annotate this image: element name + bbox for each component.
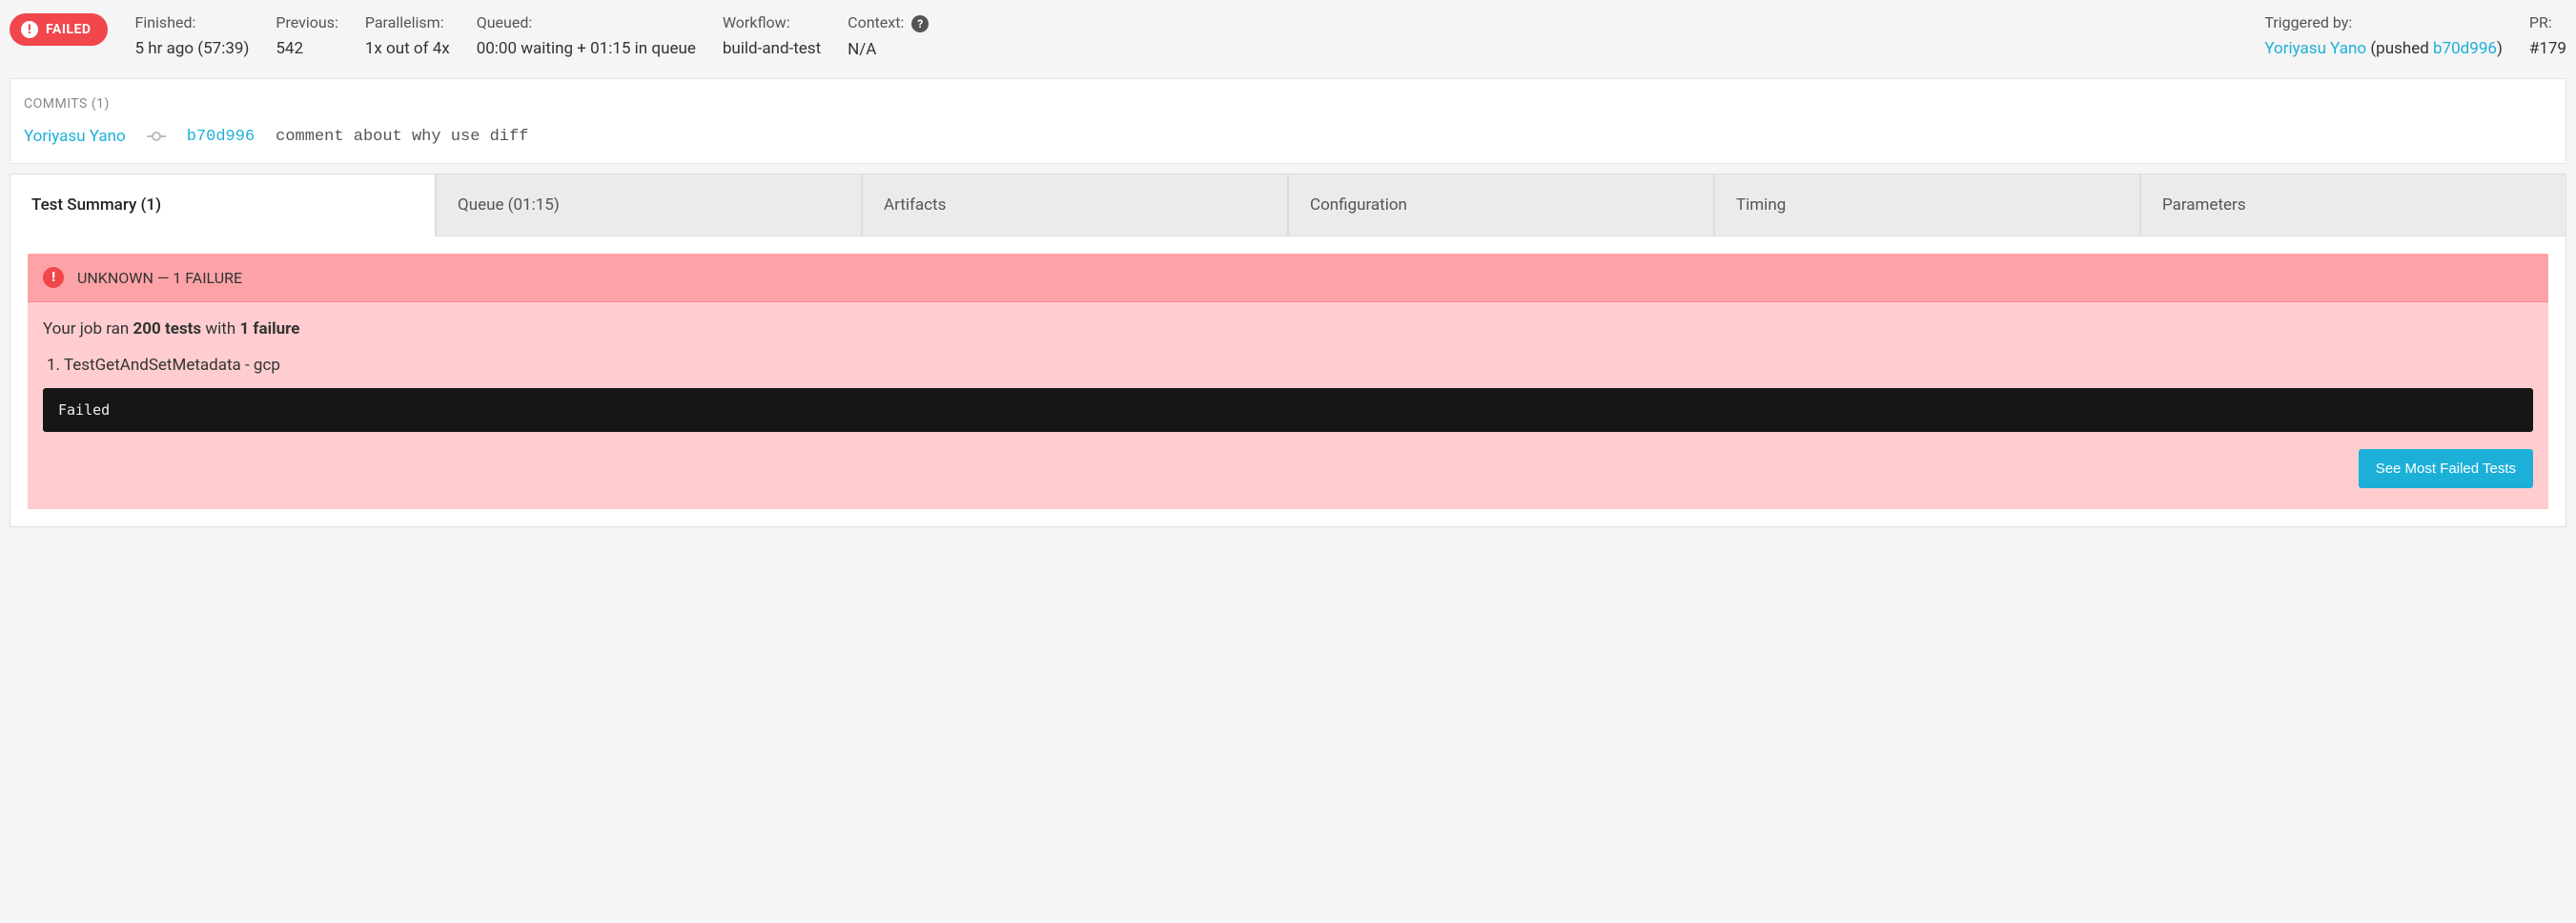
meta-value: 00:00 waiting + 01:15 in queue [477,39,696,58]
commit-icon [147,131,166,142]
context-value[interactable]: N/A [848,40,929,59]
meta-label: Workflow: [723,13,821,31]
commit-hash-link[interactable]: b70d996 [2433,39,2497,58]
see-most-failed-button[interactable]: See Most Failed Tests [2359,449,2533,488]
alert-heading-text: UNKNOWN — 1 FAILURE [77,269,242,287]
close-paren: ) [2497,39,2503,58]
meta-label: Queued: [477,13,696,31]
author-link[interactable]: Yoriyasu Yano [2264,39,2366,58]
previous-link[interactable]: 542 [276,39,337,58]
tab-timing[interactable]: Timing [1714,174,2140,236]
failure-alert: ! UNKNOWN — 1 FAILURE Your job ran 200 t… [28,254,2548,509]
workflow-link[interactable]: build-and-test [723,39,821,58]
meta-context: Context: ? N/A [848,13,929,59]
exclamation-icon: ! [21,21,38,38]
tabs-container: Test Summary (1) Queue (01:15) Artifacts… [10,174,2566,527]
meta-pr: PR: #179 [2529,13,2566,58]
meta-label: Triggered by: [2264,13,2502,31]
button-row: See Most Failed Tests [43,449,2533,488]
commit-hash-link[interactable]: b70d996 [187,128,255,146]
tabs: Test Summary (1) Queue (01:15) Artifacts… [10,174,2566,236]
triggered-value: Yoriyasu Yano (pushed b70d996) [2264,39,2502,58]
meta-triggered: Triggered by: Yoriyasu Yano (pushed b70d… [2264,13,2502,58]
summary-prefix: Your job ran [43,319,133,338]
meta-parallelism: Parallelism: 1x out of 4x [365,13,450,58]
meta-previous: Previous: 542 [276,13,337,58]
meta-label: Finished: [134,13,249,31]
failure-count: 1 failure [239,319,299,338]
tests-count: 200 tests [133,319,202,338]
commit-message: comment about why use diff [276,128,528,146]
alert-heading: ! UNKNOWN — 1 FAILURE [28,254,2548,302]
failure-output: Failed [43,388,2533,432]
summary-mid: with [201,319,239,338]
pushed-text: (pushed [2366,39,2433,58]
parallelism-link[interactable]: 1x out of 4x [365,39,450,58]
meta-label: PR: [2529,13,2566,31]
tab-artifacts[interactable]: Artifacts [862,174,1288,236]
pr-link[interactable]: #179 [2529,39,2566,58]
meta-workflow: Workflow: build-and-test [723,13,821,58]
meta-label: Context: ? [848,13,929,32]
tab-queue[interactable]: Queue (01:15) [436,174,862,236]
commits-panel: COMMITS (1) Yoriyasu Yano b70d996 commen… [10,78,2566,164]
meta-finished: Finished: 5 hr ago (57:39) [134,13,249,58]
tab-test-summary[interactable]: Test Summary (1) [10,174,436,236]
meta-queued: Queued: 00:00 waiting + 01:15 in queue [477,13,696,58]
status-label: FAILED [46,22,91,37]
alert-body: Your job ran 200 tests with 1 failure 1.… [28,302,2548,509]
tab-parameters[interactable]: Parameters [2140,174,2566,236]
context-label-text: Context: [848,13,904,31]
commits-title: COMMITS (1) [24,96,2552,112]
meta-value: 5 hr ago (57:39) [134,39,249,58]
summary-line: Your job ran 200 tests with 1 failure [43,319,2533,338]
status-badge: ! FAILED [10,13,108,46]
exclamation-icon: ! [43,267,64,288]
meta-label: Parallelism: [365,13,450,31]
meta-label: Previous: [276,13,337,31]
tab-content: ! UNKNOWN — 1 FAILURE Your job ran 200 t… [10,236,2566,527]
failed-test-item: 1. TestGetAndSetMetadata - gcp [47,356,2533,375]
help-icon[interactable]: ? [911,15,929,32]
tab-configuration[interactable]: Configuration [1288,174,1714,236]
job-header: ! FAILED Finished: 5 hr ago (57:39) Prev… [0,0,2576,69]
commit-author-link[interactable]: Yoriyasu Yano [24,127,126,146]
commit-row: Yoriyasu Yano b70d996 comment about why … [24,127,2552,146]
